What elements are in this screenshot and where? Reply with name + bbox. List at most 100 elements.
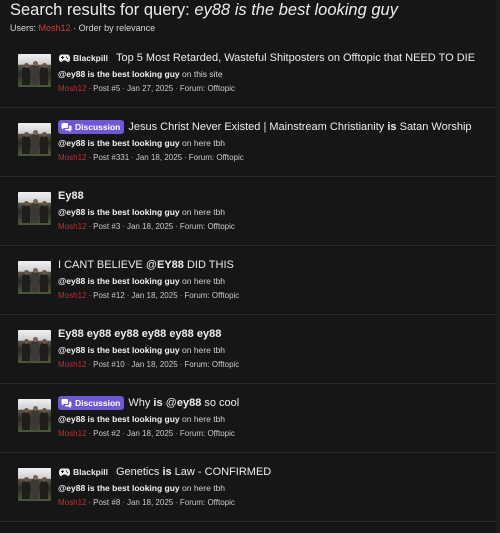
post-number[interactable]: Post #8 — [93, 498, 120, 507]
result-title-text[interactable]: Ey88 — [58, 189, 84, 203]
forum-link[interactable]: Forum: Offtopic — [180, 84, 235, 93]
result-snippet: @ey88 is the best looking guy on this si… — [58, 69, 223, 80]
meta-separator: · — [122, 222, 125, 231]
page-title: Search results for query: ey88 is the be… — [10, 0, 490, 19]
result-title[interactable]: Discussion Jesus Christ Never Existed | M… — [58, 120, 496, 134]
author-link[interactable]: Mosh12 — [58, 429, 86, 438]
result-title[interactable]: Ey88 — [58, 189, 496, 203]
post-number[interactable]: Post #12 — [93, 291, 125, 300]
author-link[interactable]: Mosh12 — [58, 291, 86, 300]
result-title[interactable]: Blackpill Genetics is Law - CONFIRMED — [58, 465, 496, 479]
snippet-text: on here tbh — [179, 138, 226, 148]
title-segment: Law - CONFIRMED — [171, 466, 272, 478]
avatar[interactable] — [18, 330, 51, 363]
post-number[interactable]: Post #3 — [93, 222, 120, 231]
avatar[interactable] — [18, 54, 51, 87]
title-prefix: Search results for query: — [10, 1, 195, 19]
post-number[interactable]: Post #331 — [93, 153, 129, 162]
avatar[interactable] — [18, 192, 51, 225]
forum-link[interactable]: Forum: Offtopic — [180, 429, 235, 438]
post-date: Jan 18, 2025 — [131, 291, 178, 300]
title-segment: Satan Worship — [396, 121, 472, 133]
chat-bubbles-icon — [61, 398, 72, 408]
result-snippet: @ey88 is the best looking guy on here tb… — [58, 483, 225, 494]
result-item: Discussion Jesus Christ Never Existed | M… — [0, 108, 500, 177]
thread-prefix-label[interactable]: Blackpill — [58, 465, 112, 479]
title-segment: so cool — [201, 397, 240, 409]
thread-prefix-label[interactable]: Discussion — [58, 120, 125, 134]
result-snippet: @ey88 is the best looking guy on here tb… — [58, 138, 225, 149]
thread-prefix-text: Blackpill — [73, 53, 108, 63]
result-title-text[interactable]: Top 5 Most Retarded, Wasteful Shitposter… — [116, 51, 475, 65]
result-meta: Mosh12 · Post #2 · Jan 18, 2025 · Forum: Offto… — [58, 429, 235, 439]
title-segment: Genetics — [115, 466, 163, 478]
snippet-highlight: @ey88 is the best looking guy — [58, 414, 180, 424]
avatar[interactable] — [18, 468, 51, 501]
title-highlight: ey88 — [176, 397, 202, 409]
forum-link[interactable]: Forum: Offtopic — [184, 360, 239, 369]
title-segment: @ — [162, 397, 177, 409]
snippet-text: on here tbh — [179, 276, 226, 286]
avatar[interactable] — [18, 123, 51, 156]
results-list: Blackpill Top 5 Most Retarded, Wasteful S… — [0, 39, 500, 522]
result-meta: Mosh12 · Post #12 · Jan 18, 2025 · Forum: Offt… — [58, 291, 239, 301]
post-date: Jan 18, 2025 — [126, 429, 174, 438]
result-snippet: @ey88 is the best looking guy on here tb… — [58, 345, 225, 356]
thread-prefix-label[interactable]: Blackpill — [58, 51, 112, 65]
scrollbar[interactable] — [496, 0, 500, 533]
result-item: I CANT BELIEVE @EY88 DID THIS @ey88 is th… — [0, 246, 500, 315]
forum-link[interactable]: Forum: Offtopic — [180, 222, 235, 231]
gamepad-icon — [59, 54, 70, 62]
result-title[interactable]: I CANT BELIEVE @EY88 DID THIS — [58, 258, 496, 272]
snippet-highlight: @ey88 is the best looking guy — [58, 69, 180, 79]
result-item: Blackpill Top 5 Most Retarded, Wasteful S… — [0, 39, 500, 108]
author-link[interactable]: Mosh12 — [58, 222, 86, 231]
snippet-highlight: @ey88 is the best looking guy — [58, 483, 180, 493]
snippet-highlight: @ey88 is the best looking guy — [58, 207, 180, 217]
result-title[interactable]: Blackpill Top 5 Most Retarded, Wasteful S… — [58, 51, 496, 65]
chat-bubbles-icon — [61, 122, 72, 132]
forum-link[interactable]: Forum: Offtopic — [184, 291, 239, 300]
result-title-text[interactable]: Genetics is Law - CONFIRMED — [116, 465, 271, 479]
forum-link[interactable]: Forum: Offtopic — [180, 498, 235, 507]
meta-separator: · — [184, 153, 187, 162]
author-link[interactable]: Mosh12 — [58, 84, 86, 93]
snippet-text: on here tbh — [179, 207, 226, 217]
post-date: Jan 18, 2025 — [126, 498, 174, 507]
author-link[interactable]: Mosh12 — [58, 360, 86, 369]
result-meta: Mosh12 · Post #331 · Jan 18, 2025 · Forum: Off… — [58, 153, 244, 163]
author-link[interactable]: Mosh12 — [58, 153, 86, 162]
meta-separator: · — [175, 429, 178, 438]
post-number[interactable]: Post #10 — [93, 360, 125, 369]
result-snippet: @ey88 is the best looking guy on here tb… — [58, 276, 225, 287]
result-title-text[interactable]: Jesus Christ Never Existed | Mainstream … — [128, 120, 471, 134]
result-title-text[interactable]: Why is @ey88 so cool — [128, 396, 239, 410]
post-date: Jan 27, 2025 — [126, 84, 174, 93]
result-item: Discussion Why is @ey88 so cool @ey88 is t… — [0, 384, 500, 453]
snippet-highlight: @ey88 is the best looking guy — [58, 345, 180, 355]
post-number[interactable]: Post #2 — [93, 429, 120, 438]
snippet-highlight: @ey88 is the best looking guy — [58, 138, 180, 148]
users-filter-link[interactable]: Mosh12 — [39, 23, 71, 33]
result-item: Ey88 ey88 ey88 ey88 ey88 ey88 @ey88 is th… — [0, 315, 500, 384]
title-segment: I CANT BELIEVE @ — [58, 259, 157, 271]
result-title-text[interactable]: Ey88 ey88 ey88 ey88 ey88 ey88 — [58, 327, 221, 341]
result-title[interactable]: Ey88 ey88 ey88 ey88 ey88 ey88 — [58, 327, 496, 341]
meta-separator: · — [175, 222, 178, 231]
avatar[interactable] — [18, 399, 51, 432]
avatar[interactable] — [18, 261, 51, 294]
thread-prefix-label[interactable]: Discussion — [58, 396, 125, 410]
title-highlight: EY88 — [157, 259, 184, 271]
result-title-text[interactable]: I CANT BELIEVE @EY88 DID THIS — [58, 258, 234, 272]
forum-link[interactable]: Forum: Offtopic — [189, 153, 244, 162]
result-meta: Mosh12 · Post #8 · Jan 18, 2025 · Forum: Offto… — [58, 498, 235, 508]
result-title[interactable]: Discussion Why is @ey88 so cool — [58, 396, 496, 410]
title-segment: DID THIS — [183, 259, 234, 271]
post-number[interactable]: Post #5 — [93, 84, 120, 93]
author-link[interactable]: Mosh12 — [58, 498, 86, 507]
result-meta: Mosh12 · Post #10 · Jan 18, 2025 · Forum: Offt… — [58, 360, 239, 370]
meta-separator: · — [122, 84, 125, 93]
title-highlight: Ey88 ey88 ey88 ey88 ey88 ey88 — [58, 328, 222, 340]
users-label: Users: — [10, 23, 37, 33]
snippet-text: on here tbh — [179, 414, 226, 424]
